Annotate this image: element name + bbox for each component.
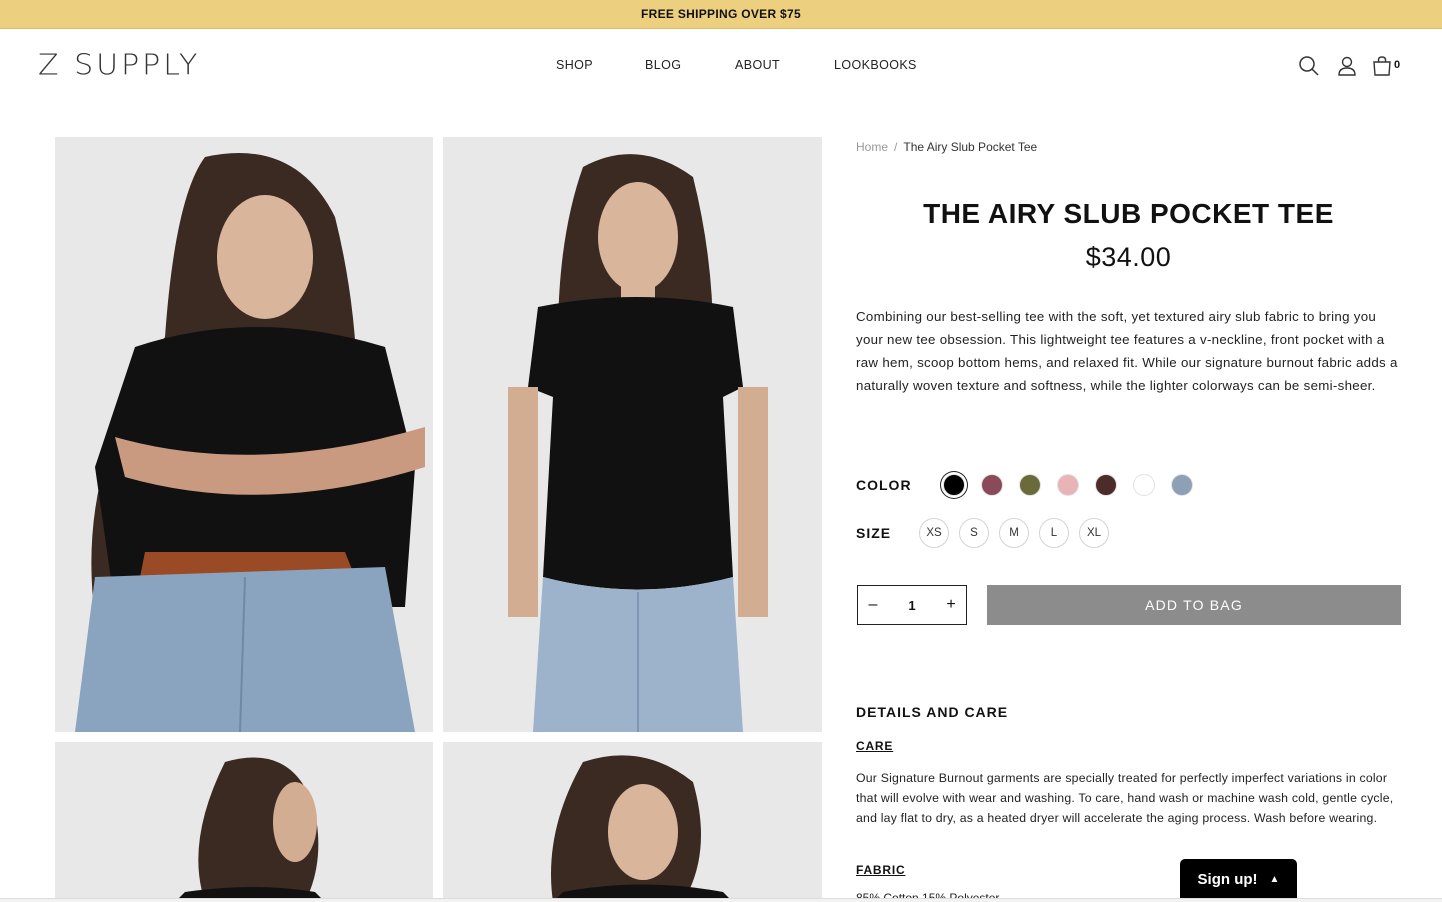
size-option-l[interactable]: L — [1039, 518, 1069, 548]
promo-text: FREE SHIPPING OVER $75 — [641, 7, 801, 21]
quantity-stepper: – 1 + — [857, 585, 967, 625]
search-icon[interactable] — [1298, 55, 1320, 77]
product-description: Combining our best-selling tee with the … — [856, 309, 1398, 393]
breadcrumb-current: The Airy Slub Pocket Tee — [903, 140, 1038, 154]
breadcrumb-home[interactable]: Home — [856, 140, 888, 154]
nav-shop[interactable]: SHOP — [556, 58, 593, 72]
brand-logo[interactable]: Z SUPPLY — [38, 49, 200, 82]
nav-blog[interactable]: BLOG — [645, 58, 681, 72]
size-label: SIZE — [856, 525, 892, 541]
product-title: THE AIRY SLUB POCKET TEE — [923, 198, 1334, 229]
care-title[interactable]: CARE — [856, 739, 893, 753]
signup-label: Sign up! — [1197, 870, 1258, 888]
size-option-xl[interactable]: XL — [1079, 518, 1109, 548]
size-option-s[interactable]: S — [959, 518, 989, 548]
breadcrumb-separator: / — [894, 140, 898, 154]
product-price: $34.00 — [1085, 242, 1172, 272]
cart-count[interactable]: 0 — [1394, 59, 1400, 71]
product-photo-front-arms-crossed[interactable] — [55, 137, 433, 732]
size-option-xs[interactable]: XS — [919, 518, 949, 548]
color-label: COLOR — [856, 477, 912, 493]
nav-lookbooks[interactable]: LOOKBOOKS — [834, 58, 917, 72]
color-swatch-olive[interactable] — [1019, 474, 1041, 496]
account-icon[interactable] — [1336, 55, 1358, 77]
breadcrumb: Home / The Airy Slub Pocket Tee — [856, 140, 1037, 154]
product-photo-side[interactable] — [55, 742, 433, 902]
size-option-m[interactable]: M — [999, 518, 1029, 548]
nav-about[interactable]: ABOUT — [735, 58, 780, 72]
signup-button[interactable]: Sign up! ▲ — [1180, 859, 1297, 899]
product-photo-front-standing[interactable] — [443, 137, 822, 732]
fabric-title[interactable]: FABRIC — [856, 863, 905, 877]
promo-bar: FREE SHIPPING OVER $75 — [0, 0, 1442, 29]
color-swatch-plum[interactable] — [981, 474, 1003, 496]
bottom-divider — [0, 898, 1442, 902]
color-swatch-black[interactable] — [943, 474, 965, 496]
add-to-bag-button[interactable]: ADD TO BAG — [987, 585, 1401, 625]
bag-icon[interactable] — [1371, 55, 1393, 77]
color-swatch-pink[interactable] — [1057, 474, 1079, 496]
quantity-increase-button[interactable]: + — [936, 586, 966, 624]
caret-up-icon: ▲ — [1269, 873, 1280, 885]
quantity-decrease-button[interactable]: – — [858, 586, 888, 624]
site-header: Z SUPPLY SHOP BLOG ABOUT LOOKBOOKS 0 — [0, 29, 1442, 101]
quantity-value[interactable]: 1 — [888, 598, 936, 613]
color-swatch-brown[interactable] — [1095, 474, 1117, 496]
product-photo-angle[interactable] — [443, 742, 822, 902]
color-swatch-blue[interactable] — [1171, 474, 1193, 496]
color-swatch-white[interactable] — [1133, 474, 1155, 496]
care-text: Our Signature Burnout garments are speci… — [856, 771, 1394, 825]
details-title: DETAILS AND CARE — [856, 704, 1009, 720]
